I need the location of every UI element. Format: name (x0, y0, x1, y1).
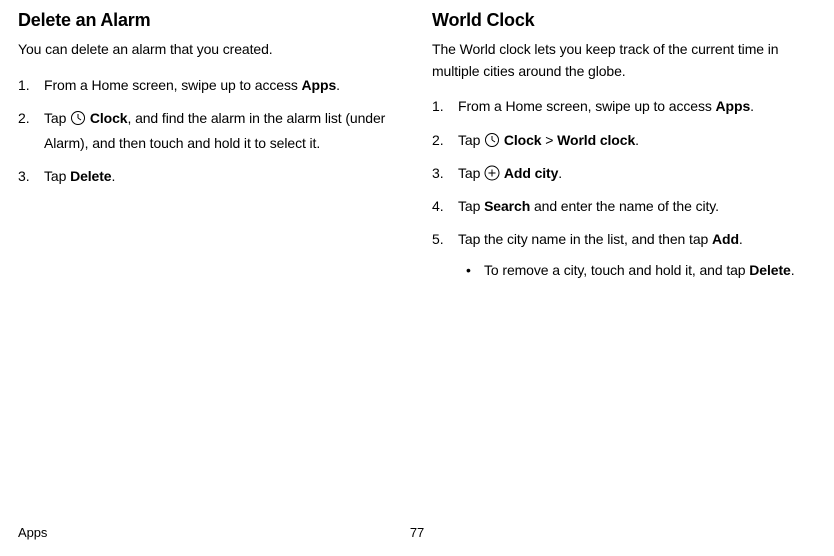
step-text: and enter the name of the city. (530, 198, 719, 214)
step-text: Tap (458, 198, 484, 214)
step-5: Tap the city name in the list, and then … (432, 227, 816, 283)
step-text: . (558, 165, 562, 181)
step-text: . (750, 98, 754, 114)
step-text: Tap (44, 168, 70, 184)
clock-icon (70, 109, 86, 125)
step-text: . (739, 231, 743, 247)
intro-world-clock: The World clock lets you keep track of t… (432, 39, 816, 82)
right-column: World Clock The World clock lets you kee… (432, 10, 816, 292)
step-text: Tap (44, 110, 70, 126)
bullet-text: To remove a city, touch and hold it, and… (484, 262, 749, 278)
left-column: Delete an Alarm You can delete an alarm … (18, 10, 402, 292)
steps-delete-alarm: From a Home screen, swipe up to access A… (18, 73, 402, 190)
footer-page: 77 (410, 525, 424, 540)
step-text: . (635, 132, 639, 148)
step-text: . (336, 77, 340, 93)
step-2: Tap Clock > World clock. (432, 128, 816, 153)
bullet-text: . (791, 262, 795, 278)
steps-world-clock: From a Home screen, swipe up to access A… (432, 94, 816, 283)
step-text: Tap (458, 132, 484, 148)
bold-add: Add (712, 231, 739, 247)
bold-world-clock: World clock (557, 132, 635, 148)
bullet-remove-city: To remove a city, touch and hold it, and… (458, 258, 816, 283)
intro-delete-alarm: You can delete an alarm that you created… (18, 39, 402, 61)
bold-apps: Apps (716, 98, 751, 114)
step-text: From a Home screen, swipe up to access (44, 77, 302, 93)
bold-clock: Clock (504, 132, 542, 148)
clock-icon (484, 131, 500, 147)
step-4: Tap Search and enter the name of the cit… (432, 194, 816, 219)
bold-delete: Delete (70, 168, 111, 184)
step-1: From a Home screen, swipe up to access A… (18, 73, 402, 98)
step-text: Tap (458, 165, 484, 181)
step-3: Tap Add city. (432, 161, 816, 186)
step-text: From a Home screen, swipe up to access (458, 98, 716, 114)
bold-delete: Delete (749, 262, 790, 278)
bold-apps: Apps (302, 77, 337, 93)
bold-search: Search (484, 198, 530, 214)
step-3: Tap Delete. (18, 164, 402, 189)
step-text: Tap the city name in the list, and then … (458, 231, 712, 247)
heading-delete-alarm: Delete an Alarm (18, 10, 402, 31)
step-2: Tap Clock, and find the alarm in the ala… (18, 106, 402, 156)
add-icon (484, 164, 500, 180)
bold-add-city: Add city (504, 165, 558, 181)
step-text: > (541, 132, 557, 148)
heading-world-clock: World Clock (432, 10, 816, 31)
step-1: From a Home screen, swipe up to access A… (432, 94, 816, 119)
bold-clock: Clock (90, 110, 128, 126)
footer: Apps 77 (18, 525, 816, 540)
step-text: . (111, 168, 115, 184)
